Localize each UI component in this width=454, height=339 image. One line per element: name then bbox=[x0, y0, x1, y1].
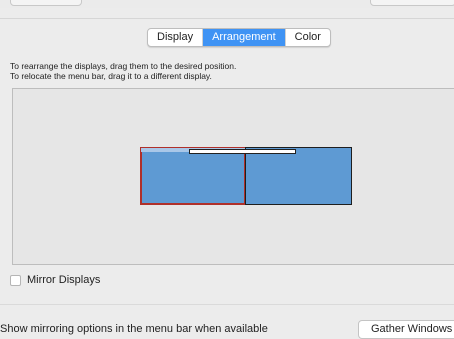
display-2[interactable] bbox=[245, 147, 352, 205]
mirror-displays-checkbox[interactable] bbox=[10, 274, 21, 286]
menu-bar-handle[interactable] bbox=[189, 149, 296, 154]
display-arrangement-area bbox=[12, 88, 454, 265]
mirror-displays-option[interactable]: Mirror Displays bbox=[10, 274, 100, 286]
toolbar-divider bbox=[0, 18, 454, 19]
mirror-displays-label: Mirror Displays bbox=[27, 274, 101, 286]
toolbar-nav-buttons[interactable] bbox=[10, 0, 82, 6]
instruction-rearrange: To rearrange the displays, drag them to … bbox=[10, 61, 237, 71]
mirroring-menu-option-label[interactable]: Show mirroring options in the menu bar w… bbox=[0, 323, 268, 335]
bottom-divider bbox=[0, 304, 454, 305]
instructions: To rearrange the displays, drag them to … bbox=[10, 61, 236, 81]
gather-windows-button[interactable]: Gather Windows bbox=[358, 320, 454, 339]
instruction-menubar: To relocate the menu bar, drag it to a d… bbox=[10, 71, 212, 81]
tab-arrangement[interactable]: Arrangement bbox=[203, 29, 286, 46]
tab-display[interactable]: Display bbox=[148, 29, 204, 46]
window-toolbar bbox=[0, 0, 454, 19]
tab-color[interactable]: Color bbox=[286, 29, 330, 46]
display-1[interactable] bbox=[140, 147, 246, 205]
toolbar-search-field[interactable] bbox=[370, 0, 454, 6]
tab-segmented-control: Display Arrangement Color bbox=[147, 28, 331, 47]
